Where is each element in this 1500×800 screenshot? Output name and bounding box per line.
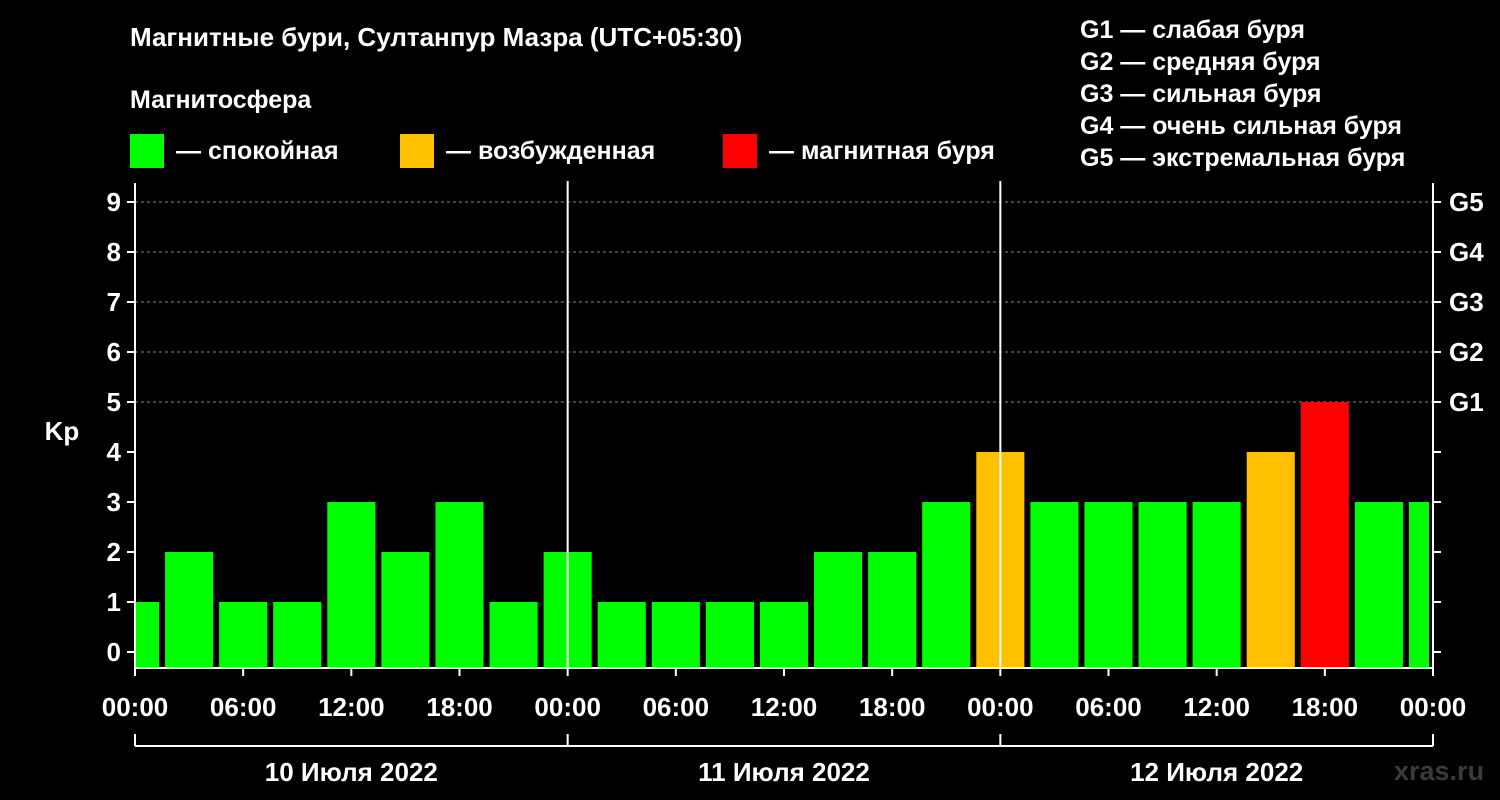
y-tick-label: 7 bbox=[107, 287, 121, 317]
kp-bar bbox=[219, 602, 268, 668]
right-tick-label: G1 bbox=[1449, 387, 1484, 417]
y-tick-label: 3 bbox=[107, 487, 121, 517]
x-tick-label: 18:00 bbox=[426, 692, 493, 722]
x-tick-label: 06:00 bbox=[210, 692, 277, 722]
y-tick-label: 9 bbox=[107, 187, 121, 217]
kp-bar bbox=[489, 602, 538, 668]
right-tick-label: G5 bbox=[1449, 187, 1484, 217]
kp-bar bbox=[651, 602, 700, 668]
x-tick-label: 18:00 bbox=[859, 692, 926, 722]
kp-bar bbox=[381, 552, 430, 668]
x-tick-label: 12:00 bbox=[751, 692, 818, 722]
day-label: 11 Июля 2022 bbox=[698, 757, 870, 787]
x-tick-label: 06:00 bbox=[1075, 692, 1142, 722]
kp-bar bbox=[868, 552, 917, 668]
kp-bar bbox=[1354, 502, 1403, 668]
kp-bar bbox=[922, 502, 971, 668]
kp-bar bbox=[327, 502, 376, 668]
kp-bar bbox=[814, 552, 863, 668]
day-label: 12 Июля 2022 bbox=[1130, 757, 1303, 787]
y-tick-label: 2 bbox=[107, 537, 121, 567]
kp-bar bbox=[597, 602, 646, 668]
kp-bar bbox=[1138, 502, 1187, 668]
right-tick-label: G2 bbox=[1449, 337, 1484, 367]
kp-bar bbox=[1084, 502, 1133, 668]
y-tick-label: 0 bbox=[107, 637, 121, 667]
day-label: 10 Июля 2022 bbox=[265, 757, 438, 787]
kp-bar bbox=[435, 502, 484, 668]
x-tick-label: 00:00 bbox=[534, 692, 601, 722]
x-tick-label: 12:00 bbox=[318, 692, 385, 722]
kp-bar bbox=[1192, 502, 1241, 668]
kp-bar bbox=[1246, 452, 1295, 668]
kp-bar bbox=[273, 602, 322, 668]
kp-bar bbox=[165, 552, 214, 668]
y-tick-label: 4 bbox=[107, 437, 122, 467]
y-tick-label: 8 bbox=[107, 237, 121, 267]
y-axis-label: Kp bbox=[45, 416, 80, 446]
kp-bar-chart: 0 1 2 3 4 5 6 7 8 9 G1 G2 G3 G4 G5 Kp 00:00 06:00 12:00 18:… bbox=[45, 181, 1484, 787]
x-tick-label: 00:00 bbox=[102, 692, 169, 722]
kp-bar bbox=[136, 602, 160, 668]
x-tick-label: 12:00 bbox=[1183, 692, 1250, 722]
x-tick-label: 18:00 bbox=[1292, 692, 1359, 722]
kp-bar bbox=[705, 602, 754, 668]
kp-bar bbox=[1408, 502, 1429, 668]
kp-bar bbox=[1300, 402, 1349, 668]
x-tick-label: 00:00 bbox=[1400, 692, 1467, 722]
y-tick-label: 5 bbox=[107, 387, 121, 417]
right-tick-label: G4 bbox=[1449, 237, 1484, 267]
kp-bar bbox=[759, 602, 809, 668]
x-tick-label: 00:00 bbox=[967, 692, 1034, 722]
watermark: xras.ru bbox=[1394, 756, 1485, 786]
x-tick-label: 06:00 bbox=[643, 692, 710, 722]
right-tick-label: G3 bbox=[1449, 287, 1484, 317]
kp-bar bbox=[1030, 502, 1079, 668]
y-tick-label: 6 bbox=[107, 337, 121, 367]
y-tick-label: 1 bbox=[107, 587, 121, 617]
